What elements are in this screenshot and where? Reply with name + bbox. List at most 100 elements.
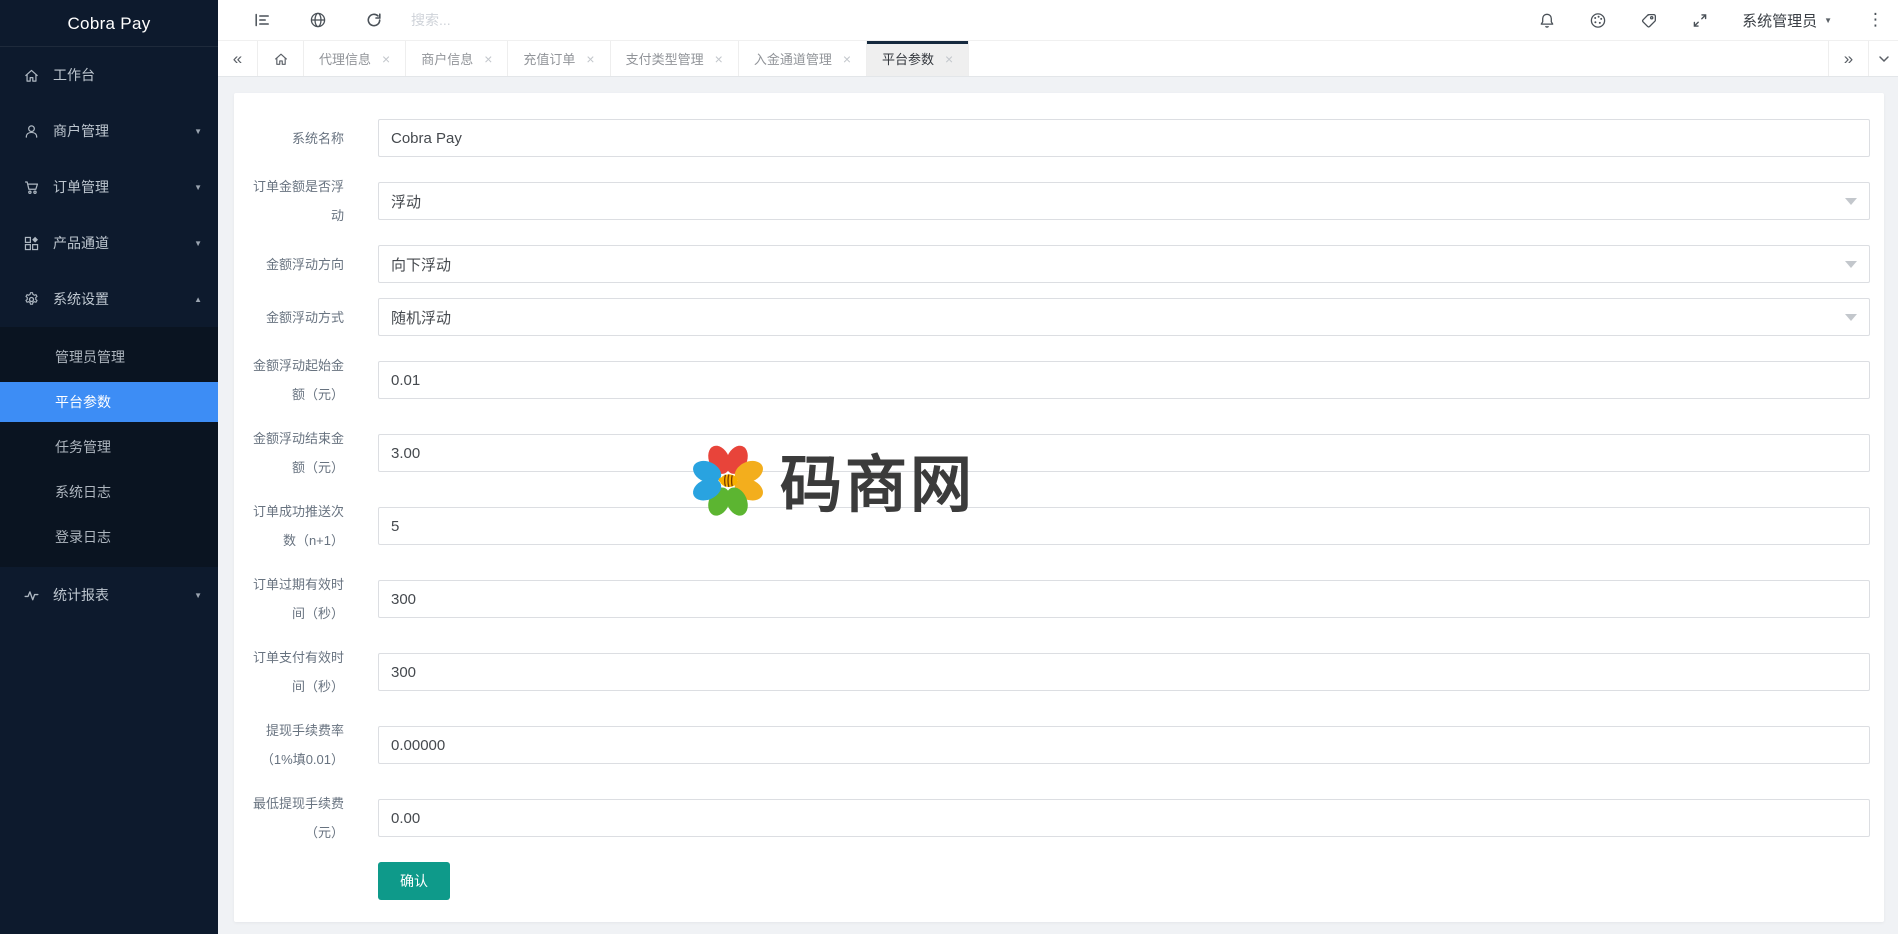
top-header: 系统管理员 ▼ ⋮ <box>218 0 1898 40</box>
grid-icon <box>22 234 40 252</box>
form-row-float-mode: 金额浮动方式 <box>248 298 1870 336</box>
sidebar-submenu: 管理员管理平台参数任务管理系统日志登录日志 <box>0 327 218 567</box>
text-field <box>378 361 1870 399</box>
close-icon[interactable]: × <box>715 52 723 66</box>
refresh-icon[interactable] <box>365 11 383 29</box>
app-title: Cobra Pay <box>0 0 218 47</box>
globe-icon[interactable] <box>309 11 327 29</box>
field-label: 订单过期有效时间（秒） <box>248 570 344 628</box>
sidebar-item-reports[interactable]: 统计报表 ▼ <box>0 567 218 623</box>
field-label: 订单金额是否浮动 <box>248 172 344 230</box>
form-row-order-amount-float: 订单金额是否浮动 <box>248 172 1870 230</box>
tab-merchant-info[interactable]: 商户信息 × <box>406 41 508 76</box>
sidebar-subitem-system-logs[interactable]: 系统日志 <box>0 472 218 512</box>
sidebar-item-product-channels[interactable]: 产品通道▼ <box>0 215 218 271</box>
order-expire-seconds-input[interactable] <box>378 580 1870 618</box>
tab-label: 商户信息 <box>421 49 473 68</box>
sidebar-item-orders[interactable]: 订单管理▼ <box>0 159 218 215</box>
form-row-withdraw-fee-rate: 提现手续费率（1%填0.01） <box>248 716 1870 774</box>
user-icon <box>22 122 40 140</box>
sidebar-item-merchants[interactable]: 商户管理 ▼ <box>0 103 218 159</box>
close-icon[interactable]: × <box>382 52 390 66</box>
sidebar-item-workbench[interactable]: 工作台 <box>0 47 218 103</box>
order-amount-float-input[interactable] <box>378 182 1870 220</box>
fullscreen-icon[interactable] <box>1691 11 1709 29</box>
tabs-scroll-right-button[interactable]: » <box>1828 41 1868 76</box>
tabs-menu-button[interactable] <box>1868 41 1898 76</box>
tabs-scroll-left-button[interactable]: « <box>218 41 258 76</box>
field-label: 金额浮动起始金额（元） <box>248 351 344 409</box>
system-name-input[interactable] <box>378 119 1870 157</box>
tab-label: 充值订单 <box>523 49 575 68</box>
order-pay-seconds-input[interactable] <box>378 653 1870 691</box>
field-label: 订单成功推送次数（n+1） <box>248 497 344 555</box>
bell-icon[interactable] <box>1538 11 1556 29</box>
sidebar-menu: 工作台商户管理▼订单管理▼产品通道▼系统设置▲管理员管理平台参数任务管理系统日志… <box>0 47 218 623</box>
tab-platform-params[interactable]: 平台参数 × <box>867 41 969 76</box>
field-label: 金额浮动方式 <box>248 303 344 332</box>
sidebar-item-label: 商户管理 <box>53 121 109 141</box>
close-icon[interactable]: × <box>484 52 492 66</box>
confirm-button[interactable]: 确认 <box>378 862 450 900</box>
field-label: 最低提现手续费（元） <box>248 789 344 847</box>
withdraw-fee-rate-input[interactable] <box>378 726 1870 764</box>
form-row-float-end-amount: 金额浮动结束金额（元） <box>248 424 1870 482</box>
select-field <box>378 298 1870 336</box>
tab-recharge-orders[interactable]: 充值订单 × <box>508 41 610 76</box>
close-icon[interactable]: × <box>945 52 953 66</box>
theme-palette-icon[interactable] <box>1589 11 1607 29</box>
tag-icon[interactable] <box>1640 11 1658 29</box>
sidebar-subitem-platform-params[interactable]: 平台参数 <box>0 382 218 422</box>
sidebar-item-label: 统计报表 <box>53 585 109 605</box>
chevron-down-icon: ▼ <box>194 127 202 136</box>
tab-deposit-channel-management[interactable]: 入金通道管理 × <box>739 41 867 76</box>
sidebar-item-label: 工作台 <box>53 65 95 85</box>
user-menu[interactable]: 系统管理员 ▼ <box>1742 10 1832 31</box>
field-label: 金额浮动结束金额（元） <box>248 424 344 482</box>
tab-agent-info[interactable]: 代理信息 × <box>304 41 406 76</box>
float-start-amount-input[interactable] <box>378 361 1870 399</box>
more-options-icon[interactable]: ⋮ <box>1865 10 1886 30</box>
select-field <box>378 182 1870 220</box>
text-field <box>378 507 1870 545</box>
sidebar-item-system-settings[interactable]: 系统设置▲ <box>0 271 218 327</box>
text-field <box>378 799 1870 837</box>
form-row-push-count: 订单成功推送次数（n+1） <box>248 497 1870 555</box>
float-mode-input[interactable] <box>378 298 1870 336</box>
sidebar-subitem-task-management[interactable]: 任务管理 <box>0 427 218 467</box>
tab-label: 支付类型管理 <box>626 49 704 68</box>
text-field <box>378 653 1870 691</box>
chevron-down-icon: ▼ <box>194 239 202 248</box>
search-input[interactable] <box>411 12 671 28</box>
chevron-up-icon: ▲ <box>194 295 202 304</box>
field-label: 金额浮动方向 <box>248 250 344 279</box>
sidebar-item-label: 订单管理 <box>53 177 109 197</box>
form-row-system-name: 系统名称 <box>248 119 1870 157</box>
form-row-order-pay-seconds: 订单支付有效时间（秒） <box>248 643 1870 701</box>
sidebar-subitem-login-logs[interactable]: 登录日志 <box>0 517 218 557</box>
float-end-amount-input[interactable] <box>378 434 1870 472</box>
float-direction-input[interactable] <box>378 245 1870 283</box>
text-field <box>378 580 1870 618</box>
tab-label: 代理信息 <box>319 49 371 68</box>
menu-fold-icon[interactable] <box>253 11 271 29</box>
home-icon <box>22 66 40 84</box>
tab-payment-type-management[interactable]: 支付类型管理 × <box>611 41 739 76</box>
tab-label: 入金通道管理 <box>754 49 832 68</box>
tab-label: 平台参数 <box>882 49 934 68</box>
close-icon[interactable]: × <box>586 52 594 66</box>
push-count-input[interactable] <box>378 507 1870 545</box>
cart-icon <box>22 178 40 196</box>
text-field <box>378 726 1870 764</box>
sidebar-subitem-admin-management[interactable]: 管理员管理 <box>0 337 218 377</box>
field-label: 订单支付有效时间（秒） <box>248 643 344 701</box>
close-icon[interactable]: × <box>843 52 851 66</box>
form-row-float-direction: 金额浮动方向 <box>248 245 1870 283</box>
min-withdraw-fee-input[interactable] <box>378 799 1870 837</box>
home-icon <box>273 51 289 67</box>
home-tab[interactable] <box>258 41 304 76</box>
field-label: 提现手续费率（1%填0.01） <box>248 716 344 774</box>
chevron-down-icon: ▼ <box>194 591 202 600</box>
sidebar: Cobra Pay 工作台商户管理▼订单管理▼产品通道▼系统设置▲管理员管理平台… <box>0 0 218 934</box>
field-label: 系统名称 <box>248 124 344 153</box>
